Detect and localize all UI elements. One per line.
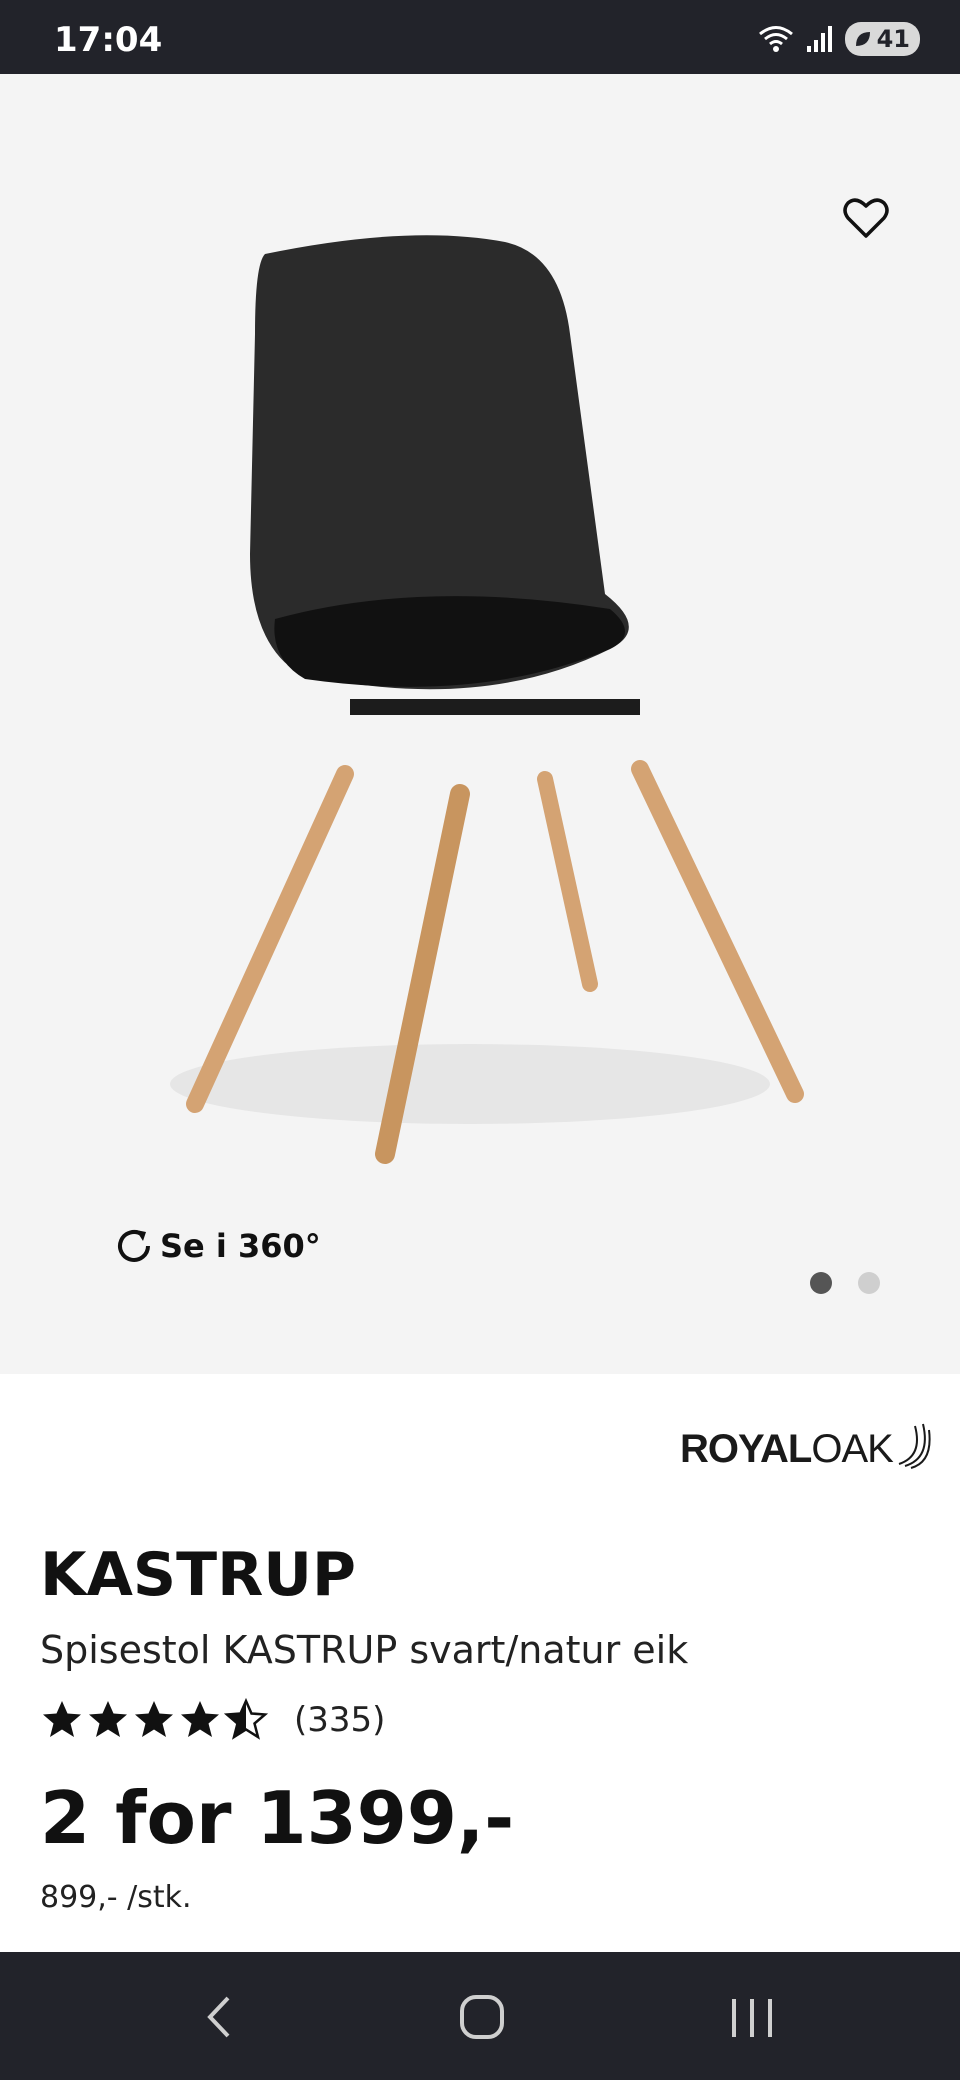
- brand-part1: ROYAL: [680, 1427, 812, 1471]
- battery-indicator: 41: [844, 22, 920, 56]
- star-rating: [43, 1699, 267, 1739]
- system-nav-bar: [0, 1952, 960, 2080]
- heart-icon[interactable]: [840, 192, 892, 244]
- status-time: 17:04: [54, 20, 163, 60]
- rotate-icon: [118, 1230, 150, 1262]
- product-image: [170, 235, 804, 1164]
- product-price: 2 for 1399,-: [40, 1776, 515, 1860]
- view-360-button[interactable]: Se i 360°: [112, 1224, 321, 1268]
- leaf-icon: [855, 32, 870, 46]
- product-description: Spisestol KASTRUP svart/natur eik: [40, 1628, 689, 1672]
- home-icon[interactable]: [452, 1992, 512, 2042]
- view-360-label: Se i 360°: [160, 1227, 321, 1265]
- product-title: KASTRUP: [40, 1540, 356, 1610]
- carousel-dots: [810, 1272, 880, 1294]
- back-icon[interactable]: [190, 1992, 250, 2042]
- status-bar: 17:04 41: [0, 0, 960, 74]
- product-image-carousel[interactable]: Se i 360°: [0, 74, 960, 1374]
- recent-apps-icon[interactable]: [722, 1992, 782, 2042]
- brand-logo-text: ROYAL OAK: [680, 1416, 933, 1472]
- product-rating[interactable]: (335): [40, 1698, 385, 1742]
- brand-arc-icon: [898, 1423, 931, 1469]
- wifi-icon: [758, 26, 793, 52]
- unit-price: 899,- /stk.: [40, 1880, 192, 1915]
- brand-logo[interactable]: ROYAL OAK: [680, 1416, 933, 1472]
- brand-part2: OAK: [811, 1427, 893, 1471]
- carousel-dot-2[interactable]: [858, 1272, 880, 1294]
- review-count: (335): [294, 1700, 386, 1740]
- battery-level: 41: [876, 25, 910, 53]
- status-icons: 41: [757, 22, 920, 56]
- carousel-dot-1[interactable]: [810, 1272, 832, 1294]
- signal-icon: [806, 26, 832, 52]
